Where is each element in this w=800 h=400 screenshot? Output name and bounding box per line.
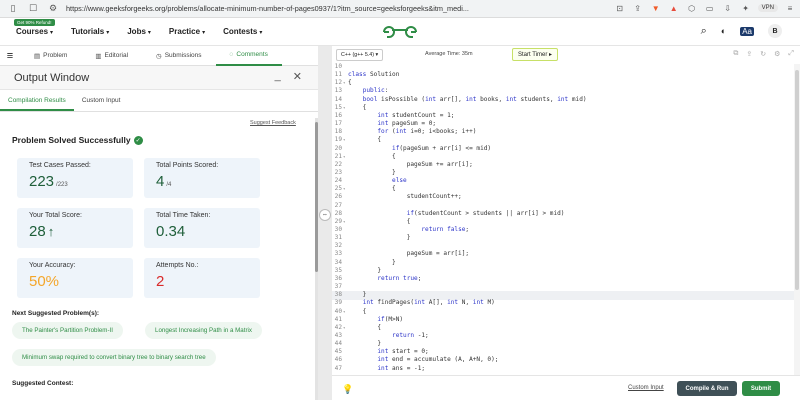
settings-icon[interactable]: ⚙ [774, 50, 780, 58]
chevron-down-icon: ▾ [147, 30, 151, 36]
time-taken-value: 0.34 [156, 223, 186, 240]
code-line[interactable]: 47 int ans = -1; [332, 365, 794, 373]
hamburger-icon[interactable]: ≡ [0, 50, 20, 62]
book-icon: ▥ [95, 52, 102, 60]
suggested-problem-chip[interactable]: Longest Increasing Path in a Matrix [145, 322, 262, 339]
next-suggested-label: Next Suggested Problem(s): [12, 310, 100, 317]
refresh-icon[interactable]: ↻ [760, 50, 766, 58]
menu-icon[interactable]: ≡ [784, 2, 796, 14]
chevron-down-icon: ▾ [106, 30, 110, 36]
leo-icon[interactable]: ✦ [740, 2, 752, 14]
suggested-problem-chip[interactable]: The Painter's Partition Problem-II [12, 322, 123, 339]
output-window-header: Output Window _ ✕ [0, 66, 318, 90]
panel-divider[interactable] [318, 46, 332, 400]
tab-problem[interactable]: ▤ Problem [20, 46, 81, 66]
tab-comments[interactable]: ◌ Comments [215, 46, 282, 66]
play-icon: ▸ [549, 52, 553, 58]
address-bar[interactable]: https://www.geeksforgeeks.org/problems/a… [66, 4, 506, 13]
test-cases-card: Test Cases Passed: 223/223 [17, 158, 133, 198]
suggest-feedback-link[interactable]: Suggest Feedback [250, 120, 296, 126]
reader-icon[interactable]: ⊡ [614, 2, 626, 14]
tab-compilation-results[interactable]: Compilation Results [0, 90, 74, 111]
wallet-icon[interactable]: ▭ [704, 2, 716, 14]
accuracy-value: 50% [29, 273, 60, 290]
clock-icon: ◷ [156, 52, 162, 60]
problem-solved-message: Problem Solved Successfully ✓ [12, 135, 143, 145]
dark-mode-icon[interactable]: ◐ [721, 26, 726, 36]
problem-tabs: ≡ ▤ Problem ▥ Editorial ◷ Submissions ◌ Comm… [0, 46, 318, 66]
upload-icon[interactable]: ⇪ [746, 50, 752, 58]
test-cases-value: 223 [29, 173, 55, 190]
editor-bottom-bar: 💡 Custom Input Compile & Run Submit [332, 375, 800, 400]
suggested-problem-chip[interactable]: Minimum swap required to convert binary … [12, 349, 216, 366]
line-number: 47 [334, 364, 342, 372]
check-circle-icon: ✓ [133, 135, 143, 145]
fullscreen-icon[interactable]: ⤢ [788, 50, 794, 58]
site-nav: Get 90% Refund! Courses ▾ Tutorials ▾ Jobs… [0, 18, 800, 46]
tab-custom-input[interactable]: Custom Input [74, 90, 129, 111]
custom-input-link[interactable]: Custom Input [628, 385, 664, 391]
editor-toolbar: C++ (g++ 5.4) ▾ Average Time: 35m Start … [332, 46, 800, 64]
compile-run-button[interactable]: Compile & Run [677, 381, 737, 396]
minimize-icon[interactable]: _ [275, 70, 281, 83]
nav-courses[interactable]: Courses ▾ [16, 27, 53, 36]
accuracy-card: Your Accuracy: 50% [17, 258, 133, 298]
gfg-logo-icon[interactable] [380, 24, 420, 40]
resize-handle-icon[interactable]: ⇔ [319, 209, 331, 221]
bookmark-icon[interactable]: ☐ [26, 2, 40, 16]
brave-shield-icon[interactable]: ▼ [650, 2, 662, 14]
total-score-card: Your Total Score: 28 ↑ [17, 208, 133, 248]
vpn-button[interactable]: VPN [757, 4, 778, 12]
code-editor[interactable]: 10 11 class Solution 12 ▾{13 public: 14 bool … [332, 63, 794, 375]
nav-practice[interactable]: Practice ▾ [169, 27, 205, 36]
file-icon: ▤ [34, 52, 41, 60]
chevron-down-icon: ▾ [202, 30, 206, 36]
output-window-title: Output Window [14, 72, 90, 84]
nav-jobs[interactable]: Jobs ▾ [127, 27, 151, 36]
nav-tutorials[interactable]: Tutorials ▾ [71, 27, 109, 36]
chevron-down-icon: ▾ [375, 52, 379, 58]
arrow-up-icon: ↑ [47, 224, 55, 239]
attempts-card: Attempts No.: 2 [144, 258, 260, 298]
submit-button[interactable]: Submit [742, 381, 780, 396]
translate-icon[interactable]: Aa [740, 26, 754, 36]
sidebar-toggle-icon[interactable]: ▯ [6, 2, 20, 16]
nav-contests[interactable]: Contests ▾ [223, 27, 262, 36]
site-info-icon[interactable]: ⚙ [46, 2, 60, 16]
lightbulb-icon[interactable]: 💡 [342, 384, 353, 395]
chevron-down-icon: ▾ [259, 30, 263, 36]
language-select[interactable]: C++ (g++ 5.4) ▾ [336, 49, 384, 61]
browser-bar: ▯ ☐ ⚙ https://www.geeksforgeeks.org/prob… [0, 0, 800, 18]
tab-editorial[interactable]: ▥ Editorial [81, 46, 142, 66]
suggested-contest-label: Suggested Contest: [12, 380, 74, 387]
points-value: 4 [156, 173, 165, 190]
start-timer-button[interactable]: Start Timer ▸ [512, 48, 559, 61]
copy-icon[interactable]: ⧉ [733, 50, 738, 58]
rewards-icon[interactable]: ▲ [668, 2, 680, 14]
time-taken-card: Total Time Taken: 0.34 [144, 208, 260, 248]
attempts-value: 2 [156, 273, 165, 290]
extensions-icon[interactable]: ⬡ [686, 2, 698, 14]
editor-scrollbar-thumb[interactable] [795, 70, 799, 290]
share-icon[interactable]: ⇪ [632, 2, 644, 14]
avatar[interactable]: B [768, 24, 782, 38]
comment-icon: ◌ [229, 51, 234, 58]
points-card: Total Points Scored: 4/4 [144, 158, 260, 198]
tab-submissions[interactable]: ◷ Submissions [142, 46, 216, 66]
total-score-value: 28 [29, 223, 46, 240]
output-tabs: Compilation Results Custom Input [0, 90, 318, 112]
refund-badge[interactable]: Get 90% Refund! [14, 19, 55, 26]
average-time: Average Time: 35m [425, 51, 473, 57]
code-text: int ans = -1; [377, 364, 426, 372]
search-icon[interactable]: ⌕ [701, 25, 707, 38]
chevron-down-icon: ▾ [50, 30, 54, 36]
downloads-icon[interactable]: ⇩ [722, 2, 734, 14]
close-icon[interactable]: ✕ [293, 70, 302, 83]
